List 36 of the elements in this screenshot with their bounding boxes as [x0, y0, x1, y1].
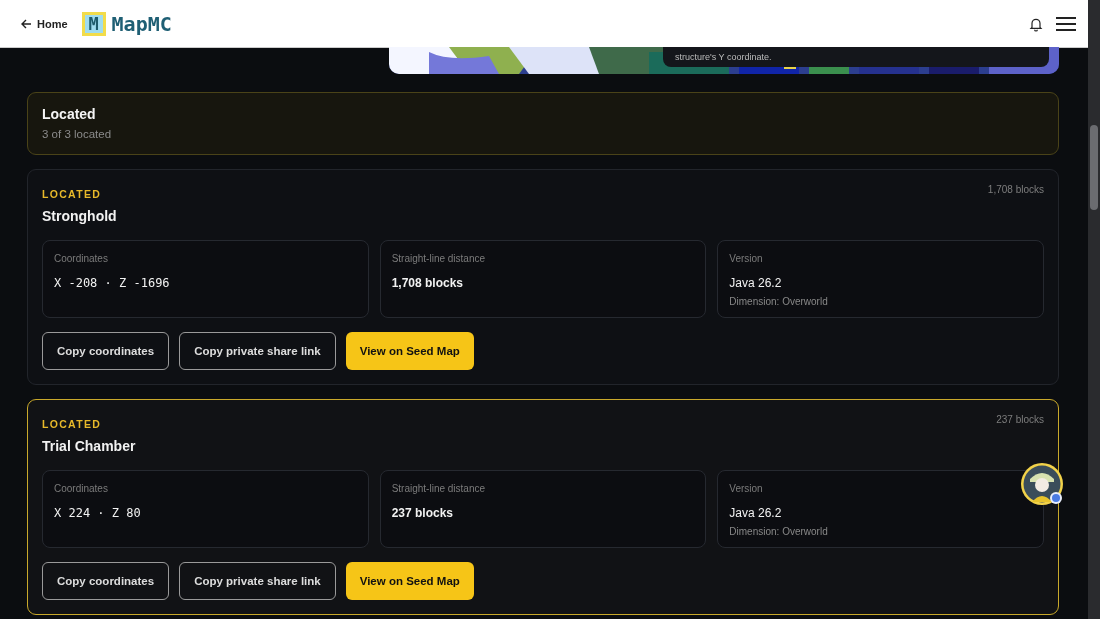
- structure-name: Trial Chamber: [42, 438, 137, 454]
- field-label: Straight-line distance: [391, 483, 486, 494]
- back-arrow-icon: [21, 18, 32, 29]
- tooltip-text: structure's Y coordinate.: [663, 47, 1049, 67]
- field-value: Java 26.2: [729, 276, 782, 290]
- copy-button[interactable]: Copy coordinates: [42, 332, 170, 370]
- summary-count: 3 of 3 located: [42, 128, 113, 140]
- home-link[interactable]: Home: [21, 17, 68, 30]
- distance-label: 1,708 blocks: [987, 184, 1044, 195]
- assistant-avatar-icon[interactable]: [1020, 462, 1066, 508]
- view-map-button[interactable]: View on Seed Map: [345, 332, 474, 370]
- structure-name: Stronghold: [42, 208, 118, 224]
- copy-button[interactable]: Copy private share link: [179, 332, 336, 370]
- copy-button[interactable]: Copy private share link: [179, 562, 336, 600]
- field-label: Straight-line distance: [391, 253, 486, 264]
- field-label: Version: [729, 253, 763, 264]
- field-label: Version: [729, 483, 763, 494]
- field-value: X -208 · Z -1696: [54, 276, 170, 290]
- field-value: Java 26.2: [729, 506, 782, 520]
- field-label: Coordinates: [54, 253, 108, 264]
- field-note: Dimension: Overworld: [729, 526, 828, 537]
- menu-icon[interactable]: [1056, 16, 1076, 31]
- distance-label: 237 blocks: [996, 414, 1044, 425]
- field-label: Coordinates: [54, 483, 108, 494]
- scrollbar-thumb[interactable]: [1090, 125, 1098, 210]
- copy-button[interactable]: Copy coordinates: [42, 562, 170, 600]
- field-note: Dimension: Overworld: [729, 296, 828, 307]
- field-value: 1,708 blocks: [391, 276, 464, 290]
- status-label: LOCATED: [42, 418, 102, 430]
- summary-title: Located: [42, 106, 97, 122]
- view-map-button[interactable]: View on Seed Map: [345, 562, 474, 600]
- field-value: 237 blocks: [391, 506, 454, 520]
- field-value: X 224 · Z 80: [54, 506, 141, 520]
- logo-text: MapMC: [111, 11, 172, 36]
- status-label: LOCATED: [42, 188, 102, 200]
- logo-mark: M: [81, 11, 106, 36]
